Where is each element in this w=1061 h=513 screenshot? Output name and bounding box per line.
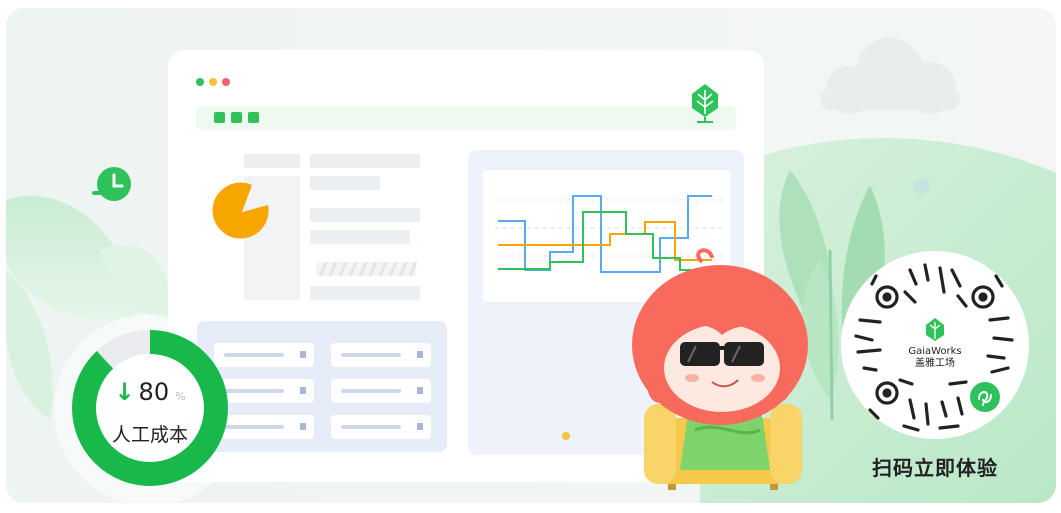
mini-program-icon [970, 382, 1000, 412]
qr-brand-name: GaiaWorks [908, 346, 962, 357]
gauge-unit: % [175, 390, 186, 403]
gauge-value: 80 [138, 378, 170, 406]
gauge-label: 人工成本 [111, 424, 188, 446]
gauge-readout: ↓ 80 % 人工成本 [72, 330, 228, 486]
decor-dot [914, 178, 930, 194]
qr-brand-cn: 盖雅工场 [915, 358, 955, 369]
down-arrow-icon: ↓ [114, 378, 135, 406]
promo-banner: ↓ 80 % 人工成本 GaiaWorks 盖雅工场 扫码立即体验 [0, 0, 1061, 509]
qr-caption: 扫码立即体验 [872, 456, 998, 480]
qr-brand: GaiaWorks 盖雅工场 [900, 346, 970, 370]
qr-code [841, 251, 1029, 439]
